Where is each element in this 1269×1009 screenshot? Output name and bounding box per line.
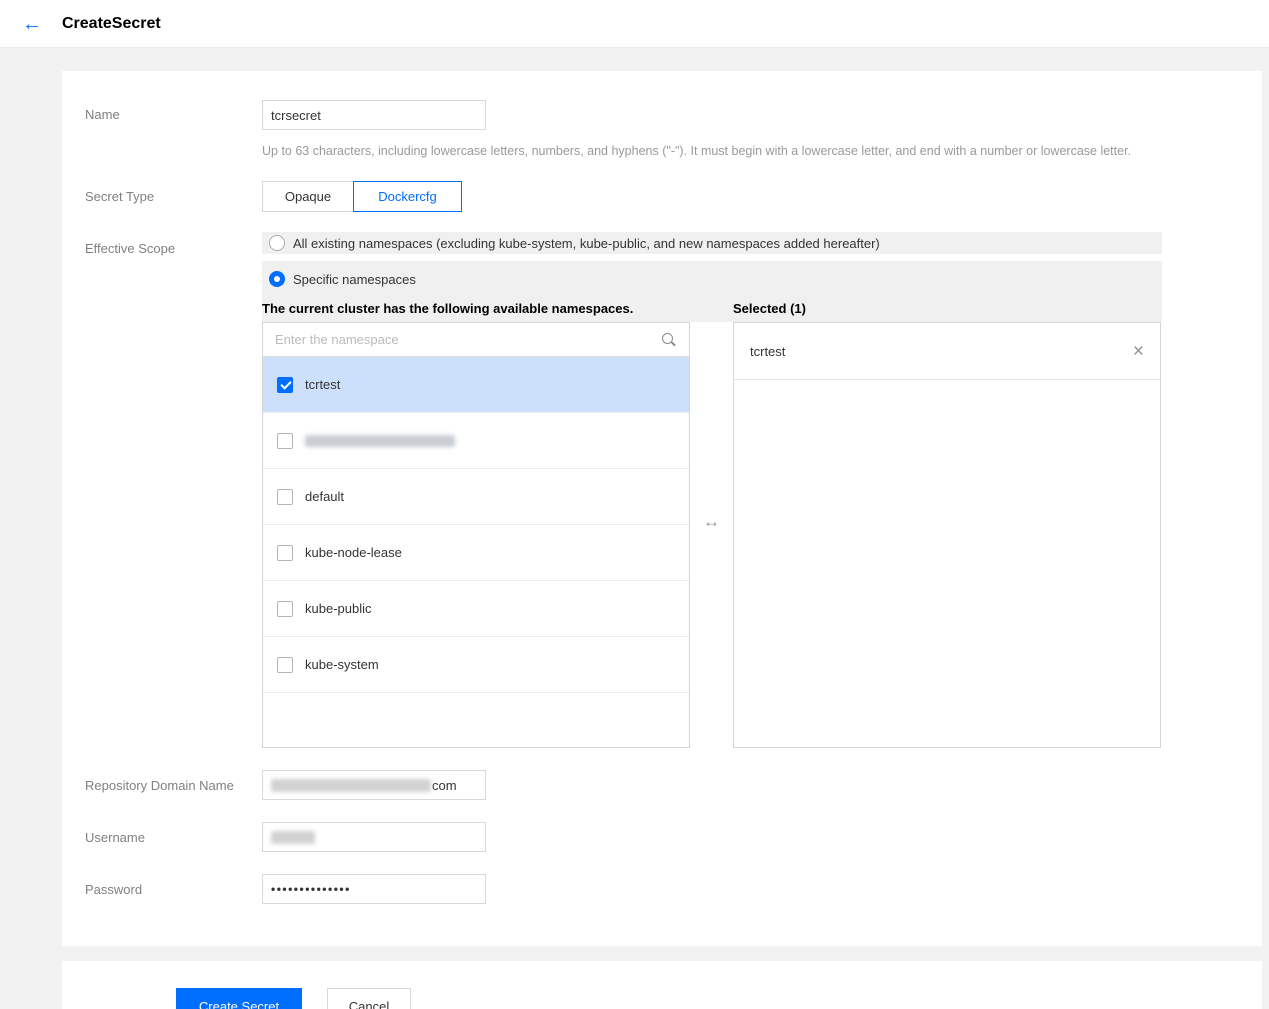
cancel-button[interactable]: Cancel [327,988,411,1009]
create-secret-form: Name Up to 63 characters, including lowe… [62,71,1262,946]
selected-item-label: tcrtest [750,344,785,359]
checkbox-checked-icon[interactable] [277,377,293,393]
namespace-row-default[interactable]: default [263,469,689,525]
selected-namespaces-panel: tcrtest × [733,322,1161,748]
password-masked-value: •••••••••••••• [271,882,351,896]
repo-domain-input[interactable]: com [262,770,486,800]
username-input[interactable] [262,822,486,852]
secret-type-toggle: Opaque Dockercfg [262,181,462,212]
repo-domain-label: Repository Domain Name [85,778,234,793]
username-label: Username [85,830,145,845]
redacted-text [271,779,431,792]
page: ← CreateSecret Name Up to 63 characters,… [0,0,1269,1009]
checkbox-icon[interactable] [277,433,293,449]
namespace-row-tcrtest[interactable]: tcrtest [263,357,689,413]
transfer-arrow-icon: ↔ [690,512,733,532]
search-icon[interactable] [661,332,677,348]
password-label: Password [85,882,142,897]
back-arrow-icon[interactable]: ← [22,14,42,34]
secret-type-opaque-button[interactable]: Opaque [262,181,354,212]
radio-selected-icon[interactable] [269,271,285,287]
namespace-search-input[interactable] [275,332,661,347]
password-input[interactable]: •••••••••••••• [262,874,486,904]
secret-type-dockercfg-button[interactable]: Dockercfg [353,181,462,212]
namespace-label: kube-public [305,601,372,616]
remove-icon[interactable]: × [1133,342,1144,361]
secret-type-label: Secret Type [85,189,154,204]
name-input[interactable] [262,100,486,130]
available-namespaces-title: The current cluster has the following av… [262,301,633,316]
checkbox-icon[interactable] [277,657,293,673]
create-secret-button[interactable]: Create Secret [176,988,302,1009]
namespace-label: kube-system [305,657,379,672]
namespace-row-kube-system[interactable]: kube-system [263,637,689,693]
redacted-text [271,831,315,844]
namespace-row-redacted[interactable] [263,413,689,469]
namespace-search-bar [263,323,689,357]
checkbox-icon[interactable] [277,489,293,505]
namespace-label: tcrtest [305,377,340,392]
checkbox-icon[interactable] [277,545,293,561]
repo-domain-suffix: com [432,778,457,793]
scope-option-all-label: All existing namespaces (excluding kube-… [293,236,880,251]
scope-option-all[interactable]: All existing namespaces (excluding kube-… [262,232,1162,254]
page-title: CreateSecret [62,15,161,33]
page-header: ← CreateSecret [0,0,1269,48]
scope-specific-section: Specific namespaces The current cluster … [262,261,1162,322]
namespace-label: kube-node-lease [305,545,402,560]
name-hint: Up to 63 characters, including lowercase… [262,144,1262,158]
form-footer: Create Secret Cancel [62,961,1262,1009]
name-label: Name [85,107,120,122]
selected-item-row: tcrtest × [734,323,1160,380]
radio-unselected-icon[interactable] [269,235,285,251]
available-namespaces-panel: tcrtest default kube-node-lease kube-pub… [262,322,690,748]
scope-option-specific-label: Specific namespaces [293,272,416,287]
effective-scope-label: Effective Scope [85,241,175,256]
selected-count-title: Selected (1) [733,301,806,316]
redacted-namespace-label [305,435,455,447]
namespace-label: default [305,489,344,504]
namespace-row-kube-public[interactable]: kube-public [263,581,689,637]
checkbox-icon[interactable] [277,601,293,617]
scope-option-specific[interactable]: Specific namespaces [262,268,416,290]
namespace-row-kube-node-lease[interactable]: kube-node-lease [263,525,689,581]
